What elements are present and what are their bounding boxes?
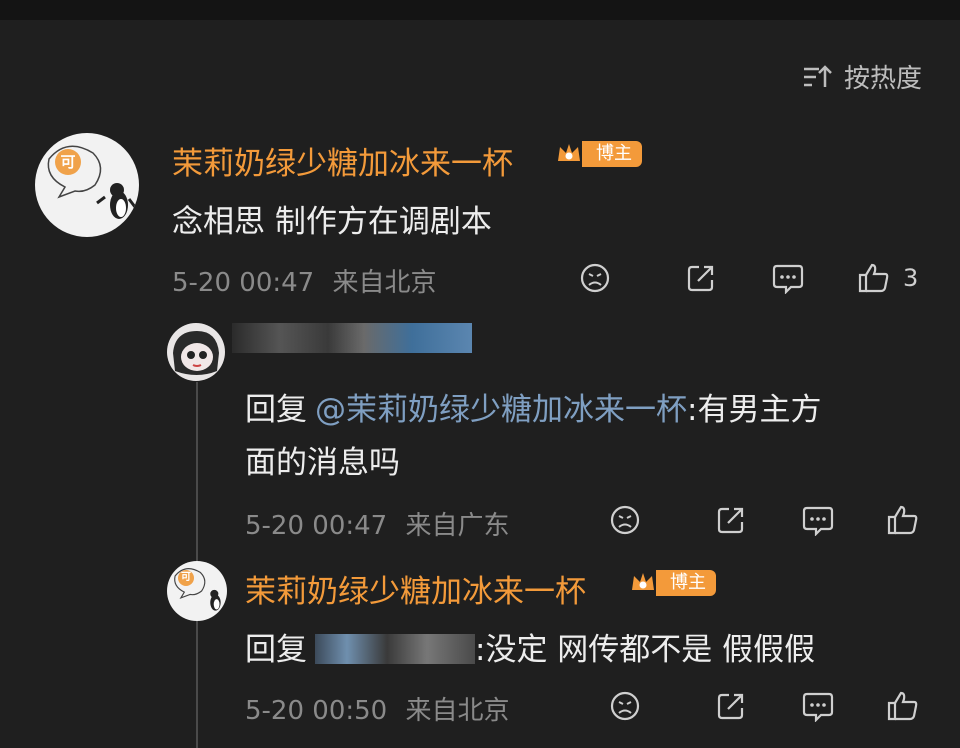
- sort-label: 按热度: [843, 64, 922, 94]
- dislike-icon: [580, 263, 610, 293]
- reply-meta: 5-20 00:47 来自广东: [245, 505, 509, 542]
- blurred-username: [232, 323, 472, 353]
- badge-label: 博主: [656, 570, 716, 596]
- share-button[interactable]: [715, 690, 747, 722]
- reply-text-line1: 回复 @茉莉奶绿少糖加冰来一杯:有男主方: [245, 392, 822, 428]
- badge-label: 博主: [582, 141, 642, 167]
- comment-meta: 5-20 00:47 来自北京: [172, 262, 436, 299]
- blogger-badge: 博主: [630, 570, 716, 596]
- crown-icon: [558, 144, 580, 161]
- like-button[interactable]: [886, 690, 920, 722]
- reply-meta: 5-20 00:50 来自北京: [245, 690, 509, 727]
- reply-text: 回复:没定 网传都不是 假假假: [245, 632, 816, 668]
- reply-text-line2: 面的消息吗: [245, 445, 400, 481]
- comment-location: 来自北京: [332, 268, 437, 298]
- dislike-button[interactable]: [579, 262, 611, 294]
- share-icon: [687, 265, 714, 292]
- avatar-badge: 可: [178, 570, 194, 586]
- status-bar: [0, 0, 960, 20]
- share-icon: [717, 693, 744, 720]
- reply-location: 来自北京: [405, 696, 510, 726]
- blogger-badge: 博主: [556, 141, 642, 167]
- author-name[interactable]: 茉莉奶绿少糖加冰来一杯: [245, 566, 586, 611]
- dislike-icon: [610, 691, 640, 721]
- like-icon: [887, 691, 918, 721]
- sort-by-hot-button[interactable]: 按热度: [802, 58, 922, 95]
- reply-button[interactable]: [771, 262, 805, 294]
- crown-icon: [632, 573, 654, 590]
- dislike-button[interactable]: [609, 504, 641, 536]
- reply-avatar[interactable]: [167, 323, 225, 381]
- sort-icon: [803, 64, 832, 87]
- dislike-icon: [610, 505, 640, 535]
- penguin-icon: [174, 568, 221, 611]
- comment-icon: [772, 264, 804, 294]
- share-button[interactable]: [685, 262, 717, 294]
- comment-icon: [802, 506, 834, 536]
- reply-button[interactable]: [801, 504, 835, 536]
- author-name[interactable]: 茉莉奶绿少糖加冰来一杯: [172, 138, 513, 183]
- reply-location: 来自广东: [405, 511, 510, 541]
- penguin-icon: [47, 145, 137, 219]
- like-icon: [858, 263, 889, 293]
- like-button[interactable]: 3: [857, 262, 918, 294]
- reply-avatar[interactable]: 可: [167, 561, 227, 621]
- like-icon: [887, 505, 918, 535]
- comment-text: 念相思 制作方在调剧本: [172, 204, 492, 240]
- reply-time: 5-20 00:50: [245, 696, 388, 726]
- avatar-badge: 可: [55, 149, 81, 175]
- mention-link[interactable]: @茉莉奶绿少糖加冰来一杯: [315, 392, 687, 428]
- share-button[interactable]: [715, 504, 747, 536]
- reply-button[interactable]: [801, 690, 835, 722]
- avatar[interactable]: 可: [35, 133, 139, 237]
- dislike-button[interactable]: [609, 690, 641, 722]
- comment-icon: [802, 692, 834, 722]
- reply-time: 5-20 00:47: [245, 511, 388, 541]
- like-count: 3: [903, 264, 919, 292]
- comment-time: 5-20 00:47: [172, 268, 315, 298]
- share-icon: [717, 507, 744, 534]
- cartoon-avatar-icon: [173, 331, 219, 375]
- blurred-mention: [315, 634, 475, 664]
- like-button[interactable]: [886, 504, 920, 536]
